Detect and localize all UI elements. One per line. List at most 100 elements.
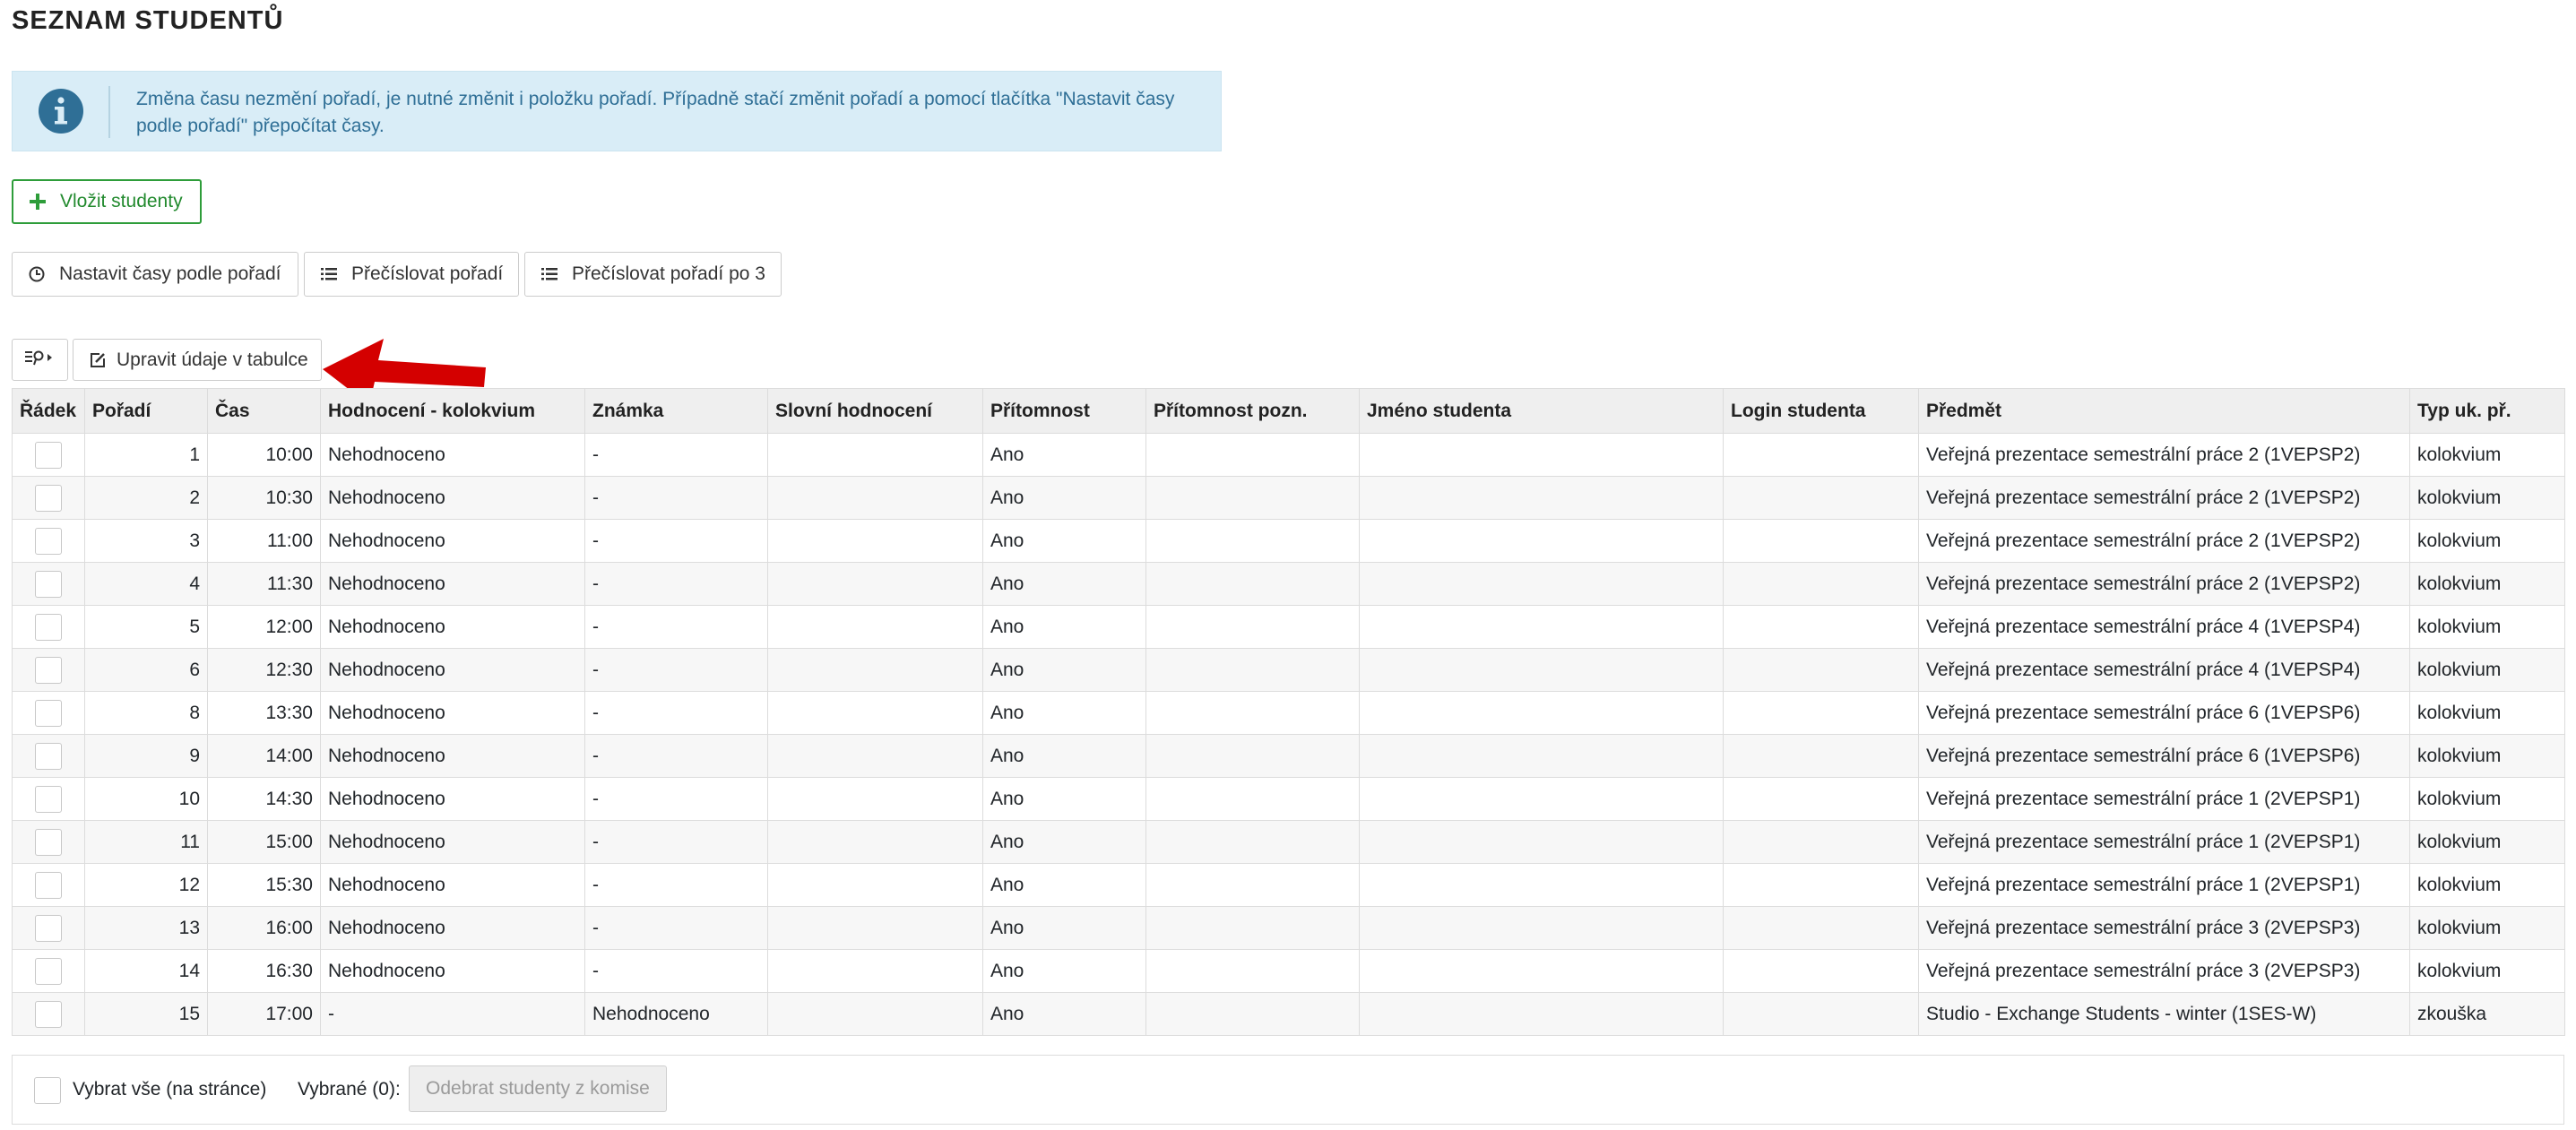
column-header[interactable]: Pořadí xyxy=(84,388,208,434)
cell-znamka: - xyxy=(584,519,768,563)
cell-row-select xyxy=(12,863,85,907)
remove-students-button[interactable]: Odebrat studenty z komise xyxy=(409,1065,667,1112)
cell-pritomnost-pozn xyxy=(1145,476,1360,520)
cell-row-select xyxy=(12,949,85,993)
row-checkbox[interactable] xyxy=(35,484,62,512)
cell-hodnoceni: Nehodnoceno xyxy=(320,863,585,907)
cell-typ: zkouška xyxy=(2409,992,2565,1036)
cell-login-studenta xyxy=(1723,605,1919,649)
table-row[interactable]: 13 16:00 Nehodnoceno - Ano Veřejná prezentace… xyxy=(12,906,2565,950)
selected-count: Vybrané (0): xyxy=(298,1079,401,1100)
cell-znamka: - xyxy=(584,433,768,477)
cell-login-studenta xyxy=(1723,992,1919,1036)
row-checkbox[interactable] xyxy=(35,570,62,598)
cell-cas: 16:00 xyxy=(207,906,321,950)
row-checkbox[interactable] xyxy=(35,1000,62,1028)
row-checkbox[interactable] xyxy=(35,914,62,942)
cell-pritomnost: Ano xyxy=(982,820,1146,864)
cell-cas: 12:30 xyxy=(207,648,321,692)
column-filter-icon xyxy=(25,349,56,371)
cell-login-studenta xyxy=(1723,476,1919,520)
column-header[interactable]: Přítomnost pozn. xyxy=(1145,388,1360,434)
cell-hodnoceni: Nehodnoceno xyxy=(320,949,585,993)
cell-pritomnost-pozn xyxy=(1145,562,1360,606)
column-header[interactable]: Login studenta xyxy=(1723,388,1919,434)
cell-jmeno-studenta xyxy=(1359,433,1724,477)
plus-icon xyxy=(30,194,46,210)
cell-poradi: 12 xyxy=(84,863,208,907)
cell-hodnoceni: Nehodnoceno xyxy=(320,777,585,821)
row-checkbox[interactable] xyxy=(35,957,62,985)
cell-jmeno-studenta xyxy=(1359,949,1724,993)
column-header[interactable]: Předmět xyxy=(1918,388,2410,434)
cell-slovni-hodnoceni xyxy=(767,863,983,907)
table-row[interactable]: 6 12:30 Nehodnoceno - Ano Veřejná prezentace … xyxy=(12,648,2565,692)
cell-jmeno-studenta xyxy=(1359,476,1724,520)
table-row[interactable]: 15 17:00- Nehodnoceno Ano Studio - Exchange … xyxy=(12,992,2565,1036)
cell-predmet: Veřejná prezentace semestrální práce 2 (… xyxy=(1918,433,2410,477)
add-students-button[interactable]: Vložit studenty xyxy=(12,179,202,224)
info-alert: Změna času nezmění pořadí, je nutné změn… xyxy=(12,71,1222,151)
cell-pritomnost-pozn xyxy=(1145,949,1360,993)
cell-typ: kolokvium xyxy=(2409,433,2565,477)
edit-in-table-button[interactable]: Upravit údaje v tabulce xyxy=(73,339,322,381)
column-header[interactable]: Řádek xyxy=(12,388,85,434)
column-header[interactable]: Přítomnost xyxy=(982,388,1146,434)
cell-pritomnost: Ano xyxy=(982,648,1146,692)
cell-poradi: 15 xyxy=(84,992,208,1036)
row-checkbox[interactable] xyxy=(35,699,62,727)
row-checkbox[interactable] xyxy=(35,656,62,684)
table-row[interactable]: 5 12:00 Nehodnoceno - Ano Veřejná prezentace … xyxy=(12,605,2565,649)
students-table: Řádek Pořadí Čas Hodnocení - kolokvium Z… xyxy=(12,388,2565,1036)
cell-slovni-hodnoceni xyxy=(767,734,983,778)
table-row[interactable]: 3 11:00 Nehodnoceno - Ano Veřejná prezentace … xyxy=(12,519,2565,563)
cell-pritomnost: Ano xyxy=(982,476,1146,520)
row-checkbox[interactable] xyxy=(35,441,62,469)
cell-jmeno-studenta xyxy=(1359,820,1724,864)
table-row[interactable]: 1 10:00 Nehodnoceno - Ano Veřejná prezentace … xyxy=(12,433,2565,477)
cell-predmet: Veřejná prezentace semestrální práce 6 (… xyxy=(1918,734,2410,778)
cell-hodnoceni: Nehodnoceno xyxy=(320,433,585,477)
row-checkbox[interactable] xyxy=(35,742,62,770)
row-checkbox[interactable] xyxy=(35,785,62,813)
column-header[interactable]: Známka xyxy=(584,388,768,434)
column-header[interactable]: Typ uk. př. xyxy=(2409,388,2565,434)
cell-jmeno-studenta xyxy=(1359,691,1724,735)
cell-jmeno-studenta xyxy=(1359,906,1724,950)
column-header[interactable]: Jméno studenta xyxy=(1359,388,1724,434)
cell-znamka: - xyxy=(584,691,768,735)
cell-slovni-hodnoceni xyxy=(767,691,983,735)
table-row[interactable]: 14 16:30 Nehodnoceno - Ano Veřejná prezentace… xyxy=(12,949,2565,993)
cell-login-studenta xyxy=(1723,777,1919,821)
table-row[interactable]: 10 14:30 Nehodnoceno - Ano Veřejná prezentace… xyxy=(12,777,2565,821)
table-row[interactable]: 12 15:30 Nehodnoceno - Ano Veřejná prezentace… xyxy=(12,863,2565,907)
renumber-by-3-button[interactable]: Přečíslovat pořadí po 3 xyxy=(524,252,782,297)
renumber-button[interactable]: Přečíslovat pořadí xyxy=(304,252,519,297)
row-checkbox[interactable] xyxy=(35,613,62,641)
table-row[interactable]: 9 14:00 Nehodnoceno - Ano Veřejná prezentace … xyxy=(12,734,2565,778)
row-checkbox[interactable] xyxy=(35,828,62,856)
cell-login-studenta xyxy=(1723,562,1919,606)
table-row[interactable]: 11 15:00 Nehodnoceno - Ano Veřejná prezentace… xyxy=(12,820,2565,864)
column-header[interactable]: Čas xyxy=(207,388,321,434)
table-row[interactable]: 2 10:30 Nehodnoceno - Ano Veřejná prezentace … xyxy=(12,476,2565,520)
cell-jmeno-studenta xyxy=(1359,519,1724,563)
column-settings-button[interactable] xyxy=(12,339,68,381)
cell-znamka: - xyxy=(584,605,768,649)
set-times-button[interactable]: Nastavit časy podle pořadí xyxy=(12,252,298,297)
cell-pritomnost: Ano xyxy=(982,949,1146,993)
table-header-row: Řádek Pořadí Čas Hodnocení - kolokvium Z… xyxy=(12,388,2565,434)
cell-cas: 17:00 xyxy=(207,992,321,1036)
select-all-checkbox[interactable] xyxy=(34,1077,61,1104)
table-row[interactable]: 4 11:30 Nehodnoceno - Ano Veřejná prezentace … xyxy=(12,562,2565,606)
cell-pritomnost: Ano xyxy=(982,691,1146,735)
column-header[interactable]: Slovní hodnocení xyxy=(767,388,983,434)
cell-pritomnost: Ano xyxy=(982,906,1146,950)
column-header[interactable]: Hodnocení - kolokvium xyxy=(320,388,585,434)
row-checkbox[interactable] xyxy=(35,527,62,555)
cell-cas: 11:00 xyxy=(207,519,321,563)
cell-row-select xyxy=(12,648,85,692)
row-checkbox[interactable] xyxy=(35,871,62,899)
cell-predmet: Veřejná prezentace semestrální práce 6 (… xyxy=(1918,691,2410,735)
table-row[interactable]: 8 13:30 Nehodnoceno - Ano Veřejná prezentace … xyxy=(12,691,2565,735)
